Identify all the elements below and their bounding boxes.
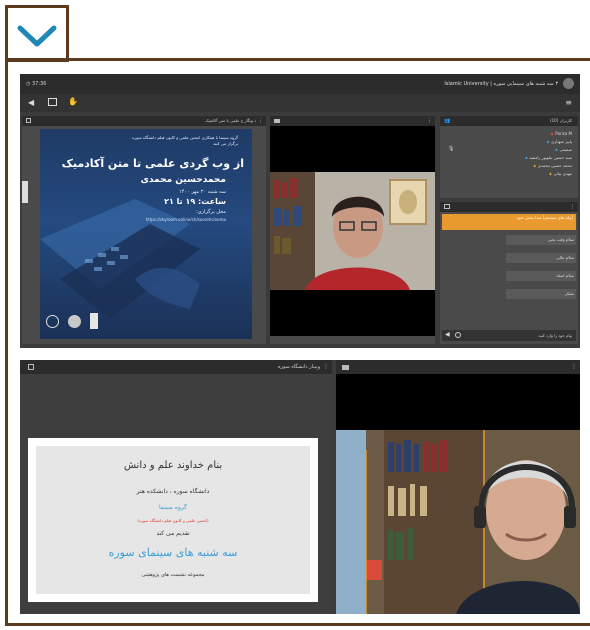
participant-video-frame [336, 430, 580, 614]
user-icon: ♟ [524, 155, 529, 160]
chat-message: تشکر [506, 289, 576, 299]
presenter-video [270, 126, 435, 336]
slide-panel: ذ ویگار ج علمی تا متن آکاتمیک ⋮ گروه سین… [22, 116, 266, 344]
slide-line-subtitle: مجموعه نشست های پژوهشی [141, 572, 205, 578]
participant-video [336, 374, 580, 614]
chat-message: سلام وقت بخیر [506, 235, 576, 245]
conference-screenshot-2: وبینار دانشگاه سوره ⋮ بنام خداوند علم و … [20, 360, 580, 614]
chat-icon [444, 204, 450, 209]
slide-line-association: (انجمن علمی و کانون فیلم دانشگاه سوره) [137, 518, 209, 523]
poster-title: از وب گردی علمی تا متن آکادمیک [61, 157, 244, 170]
poster-venue: محل برگزاری: [196, 209, 226, 215]
camera-icon [274, 119, 280, 123]
menu-icon[interactable]: ≡ [565, 98, 572, 107]
user-icon: ♟ [548, 171, 553, 176]
user-item[interactable]: سید حسین نیلوپور رامشه ♟ [450, 154, 572, 162]
slide-line-department: گروه سینما [158, 504, 188, 511]
university-logo-icon [46, 315, 59, 328]
user-icon: ♟ [550, 131, 555, 136]
conference-screenshot-1: ◷ 37:36 ۳ سه شنبه های سینمایی سوره | Isl… [20, 74, 580, 348]
room-title: ۳ سه شنبه های سینمایی سوره | Islamic Uni… [444, 81, 558, 87]
timer-display: ◷ 37:36 [26, 81, 47, 87]
panel-expand-icon[interactable] [26, 118, 31, 123]
poster-date: سه شنبه ۲۰ مهر ۱۴۰۰ [179, 189, 226, 195]
users-panel: 👥 کاربران (10) Parisa M ♟ پاییز شهبازی ♟… [440, 116, 578, 198]
users-icon: 👥 [444, 118, 451, 124]
poster-link: https://skyroom.online/ch/soorehcinema [145, 217, 226, 222]
microphone-icon: 🎙 [448, 146, 455, 152]
camera-icon [342, 365, 349, 370]
slide-panel-header: ذ ویگار ج علمی تا متن آکاتمیک ⋮ [22, 116, 266, 126]
screen-share-icon[interactable] [48, 98, 57, 106]
video-panel-header: ⋮ [270, 116, 435, 126]
user-item[interactable]: پاییز شهبازی ♟ [450, 138, 572, 146]
user-item[interactable]: مهدی بیانی ♟ [450, 170, 572, 178]
slide-panel-2-title: وبینار دانشگاه سوره [277, 364, 320, 370]
user-item[interactable]: صمیمی ♟ [450, 146, 572, 154]
presentation-slide: بنام خداوند علم و دانش دانشگاه سوره ، دا… [28, 438, 318, 602]
chat-input-bar: ◀ پیام خود را وارد کنید [442, 330, 576, 341]
chat-message-list: سلام وقت بخیر سلام عالی سلام استاد تشکر [506, 235, 576, 299]
slide-line-university: دانشگاه سوره ، دانشکده هنر [136, 488, 210, 495]
event-poster: گروه سینما با همکاری انجمن علمی و کانون … [40, 129, 252, 339]
panel-options-icon[interactable]: ⋮ [570, 202, 575, 212]
panel-options-icon[interactable]: ⋮ [323, 362, 329, 372]
chat-panel-header: ⋮ [440, 202, 578, 212]
send-icon[interactable]: ◀ [445, 331, 450, 338]
association-logo-icon [68, 315, 81, 328]
chat-message: سلام استاد [506, 271, 576, 281]
emoji-icon[interactable] [455, 332, 461, 338]
panel-options-icon[interactable]: ⋮ [571, 362, 577, 372]
presenter-video-frame [270, 172, 435, 290]
user-icon: ♟ [554, 147, 559, 152]
slide-panel-2-header: وبینار دانشگاه سوره ⋮ [20, 360, 332, 374]
slide-line-title: بنام خداوند علم و دانش [123, 460, 223, 471]
slide-panel-2: وبینار دانشگاه سوره ⋮ بنام خداوند علم و … [20, 360, 332, 614]
chat-system-notice: [پیام های سیستم] صدا پخش شود [442, 214, 576, 230]
panel-options-icon[interactable]: ⋮ [258, 116, 263, 126]
user-list: Parisa M ♟ پاییز شهبازی ♟ صمیمی ♟ سید حس… [450, 130, 572, 178]
video-panel-2-header: ⋮ [336, 360, 580, 374]
conference-top-bar: ◷ 37:36 ۳ سه شنبه های سینمایی سوره | Isl… [20, 74, 580, 94]
users-panel-title: کاربران (10) [550, 118, 572, 123]
raise-hand-icon[interactable]: ✋ [68, 97, 78, 106]
user-item[interactable]: محمد حسین محمدی ♟ [450, 162, 572, 170]
side-scroll-handle[interactable] [22, 181, 28, 203]
film-club-logo-icon [90, 313, 98, 329]
presentation-slide-inner: بنام خداوند علم و دانش دانشگاه سوره ، دا… [36, 446, 310, 594]
app-logo-icon [563, 78, 574, 89]
user-icon: ♟ [546, 139, 550, 144]
slide-line-presents: تقدیم می کند [156, 530, 190, 537]
speaker-icon[interactable]: ◀ [28, 98, 34, 107]
chat-message: سلام عالی [506, 253, 576, 263]
panel-expand-icon[interactable] [28, 364, 34, 370]
chevron-down-icon [17, 25, 57, 47]
presenter-video-panel: ⋮ [270, 116, 435, 344]
chat-panel: ⋮ [پیام های سیستم] صدا پخش شود سلام وقت … [440, 202, 578, 344]
panel-options-icon[interactable]: ⋮ [427, 116, 432, 126]
poster-presenter: محمدحسین محمدی [140, 175, 226, 185]
user-item[interactable]: Parisa M ♟ [450, 130, 572, 138]
participant-video-panel: ⋮ [336, 360, 580, 614]
collapse-toggle-box[interactable] [5, 5, 69, 62]
users-panel-header: 👥 کاربران (10) [440, 116, 578, 126]
poster-intro-text: گروه سینما با همکاری انجمن علمی و کانون … [132, 135, 238, 146]
slide-line-series: سه شنبه های سینمای سوره [108, 546, 238, 559]
chat-input[interactable]: پیام خود را وارد کنید [482, 333, 572, 338]
conference-toolbar: ◀ ✋ ≡ [20, 94, 580, 112]
poster-time: ساعت: ۱۹ تا ۲۱ [164, 197, 226, 206]
user-icon: ♟ [532, 163, 537, 168]
slide-panel-title: ذ ویگار ج علمی تا متن آکاتمیک [205, 118, 256, 123]
